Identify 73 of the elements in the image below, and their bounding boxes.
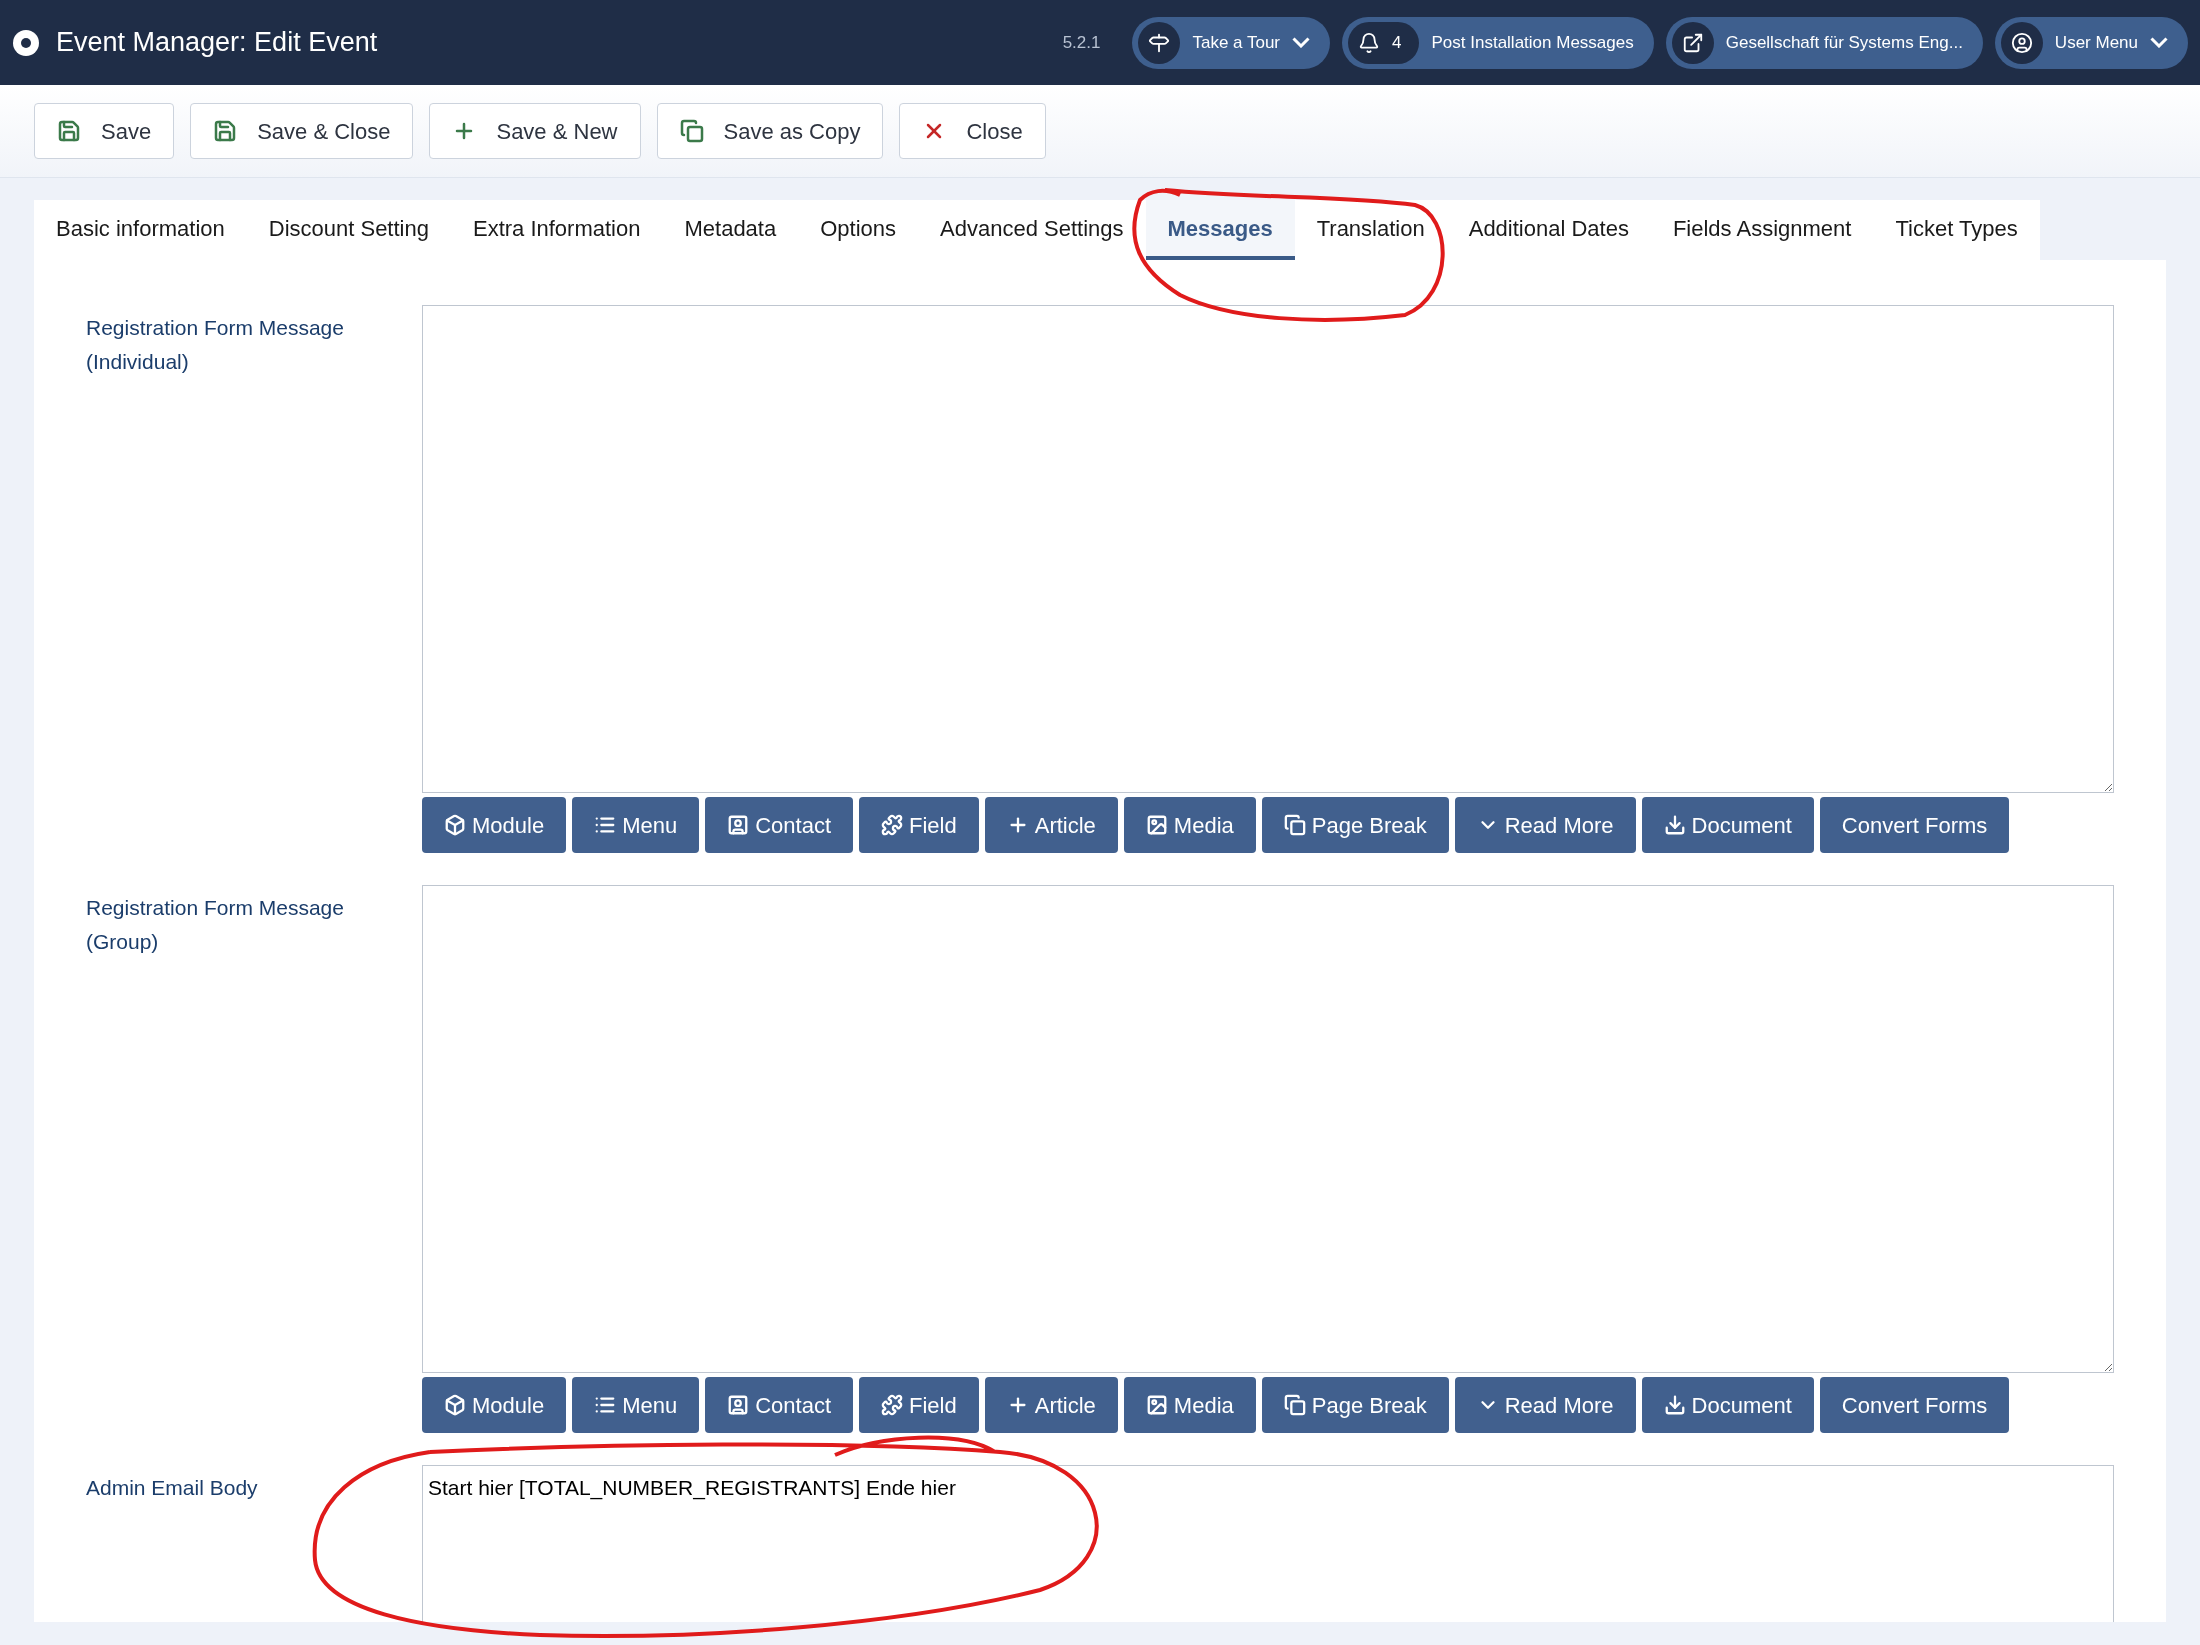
download-icon xyxy=(1663,1394,1686,1416)
logo-icon xyxy=(12,28,40,57)
image-icon xyxy=(1145,814,1168,836)
editor-button[interactable]: Field xyxy=(859,1377,979,1433)
external-link-icon xyxy=(1681,31,1704,54)
field-label: Registration Form Message (Individual) xyxy=(86,315,345,375)
tab[interactable]: Messages xyxy=(1145,200,1295,260)
editor-button[interactable]: Document xyxy=(1641,1377,1814,1433)
chevron-down-icon xyxy=(1292,37,1310,48)
tab[interactable]: Discount Setting xyxy=(246,200,451,260)
editor-button[interactable]: Convert Forms xyxy=(1819,1377,2010,1433)
contact-card-icon xyxy=(727,1394,750,1416)
text-editor[interactable] xyxy=(422,885,2114,1373)
tab[interactable]: Extra Information xyxy=(450,200,663,260)
copy-icon xyxy=(1283,1394,1306,1416)
tab[interactable]: Ticket Types xyxy=(1873,200,2040,260)
field-label: Admin Email Body xyxy=(86,1475,259,1501)
cube-icon xyxy=(444,1394,466,1416)
notification-count: 4 xyxy=(1392,31,1403,54)
tab[interactable]: Fields Assignment xyxy=(1650,200,1874,260)
image-icon xyxy=(1145,1394,1168,1416)
field-label: Registration Form Message (Group) xyxy=(86,895,345,955)
list-icon xyxy=(594,1394,617,1416)
editor-button[interactable]: Document xyxy=(1641,797,1814,853)
list-icon xyxy=(594,814,617,836)
puzzle-icon xyxy=(881,1394,904,1416)
header-pill-button[interactable]: Take a Tour xyxy=(1132,16,1330,69)
chevron-down-icon xyxy=(2150,37,2168,48)
signpost-icon xyxy=(1148,31,1171,54)
editor-button[interactable]: Article xyxy=(984,797,1118,853)
toolbar-button[interactable]: Save & New xyxy=(429,103,641,159)
tab[interactable]: Advanced Settings xyxy=(918,200,1146,260)
tab[interactable]: Additional Dates xyxy=(1446,200,1651,260)
version-label: 5.2.1 xyxy=(1062,31,1101,54)
text-editor[interactable] xyxy=(422,305,2114,793)
editor-button[interactable]: Field xyxy=(859,797,979,853)
contact-card-icon xyxy=(727,814,750,836)
tab[interactable]: Options xyxy=(798,200,919,260)
editor-button[interactable]: Contact xyxy=(705,797,854,853)
download-icon xyxy=(1663,814,1686,836)
editor-button[interactable]: Media xyxy=(1123,797,1256,853)
editor-button[interactable]: Article xyxy=(984,1377,1118,1433)
window-title: Event Manager: Edit Event xyxy=(56,26,378,60)
toolbar-button[interactable]: Save as Copy xyxy=(656,103,884,159)
editor-button[interactable]: Menu xyxy=(572,797,700,853)
header-pill-button[interactable]: User Menu xyxy=(1994,16,2188,69)
toolbar-button[interactable]: Close xyxy=(899,103,1046,159)
editor-button[interactable]: Read More xyxy=(1454,1377,1636,1433)
editor-button[interactable]: Read More xyxy=(1454,797,1636,853)
toolbar-button[interactable]: Save & Close xyxy=(190,103,414,159)
editor-button[interactable]: Media xyxy=(1123,1377,1256,1433)
editor-button[interactable]: Contact xyxy=(705,1377,854,1433)
save-icon xyxy=(57,119,81,143)
puzzle-icon xyxy=(881,814,904,836)
editor-button[interactable]: Menu xyxy=(572,1377,700,1433)
user-icon xyxy=(2010,31,2033,54)
header-pill-button[interactable]: 4 Post Installation Messages xyxy=(1342,16,1654,69)
header-pill-button[interactable]: Gesellschaft für Systems Eng... xyxy=(1665,16,1983,69)
editor-button[interactable]: Module xyxy=(422,797,567,853)
cube-icon xyxy=(444,814,466,836)
bell-icon xyxy=(1358,31,1380,54)
editor-button[interactable]: Page Break xyxy=(1261,1377,1449,1433)
copy-icon xyxy=(679,119,704,143)
editor-button[interactable]: Module xyxy=(422,1377,567,1433)
save-icon xyxy=(213,119,238,143)
toolbar-button[interactable]: Save xyxy=(34,103,175,159)
tab[interactable]: Translation xyxy=(1294,200,1447,260)
text-editor[interactable]: Start hier [TOTAL_NUMBER_REGISTRANTS] Ende hier xyxy=(422,1465,2114,1622)
editor-button[interactable]: Page Break xyxy=(1261,797,1449,853)
tab[interactable]: Basic information xyxy=(34,200,247,260)
editor-button[interactable]: Convert Forms xyxy=(1819,797,2010,853)
copy-icon xyxy=(1283,814,1306,836)
tab[interactable]: Metadata xyxy=(662,200,799,260)
